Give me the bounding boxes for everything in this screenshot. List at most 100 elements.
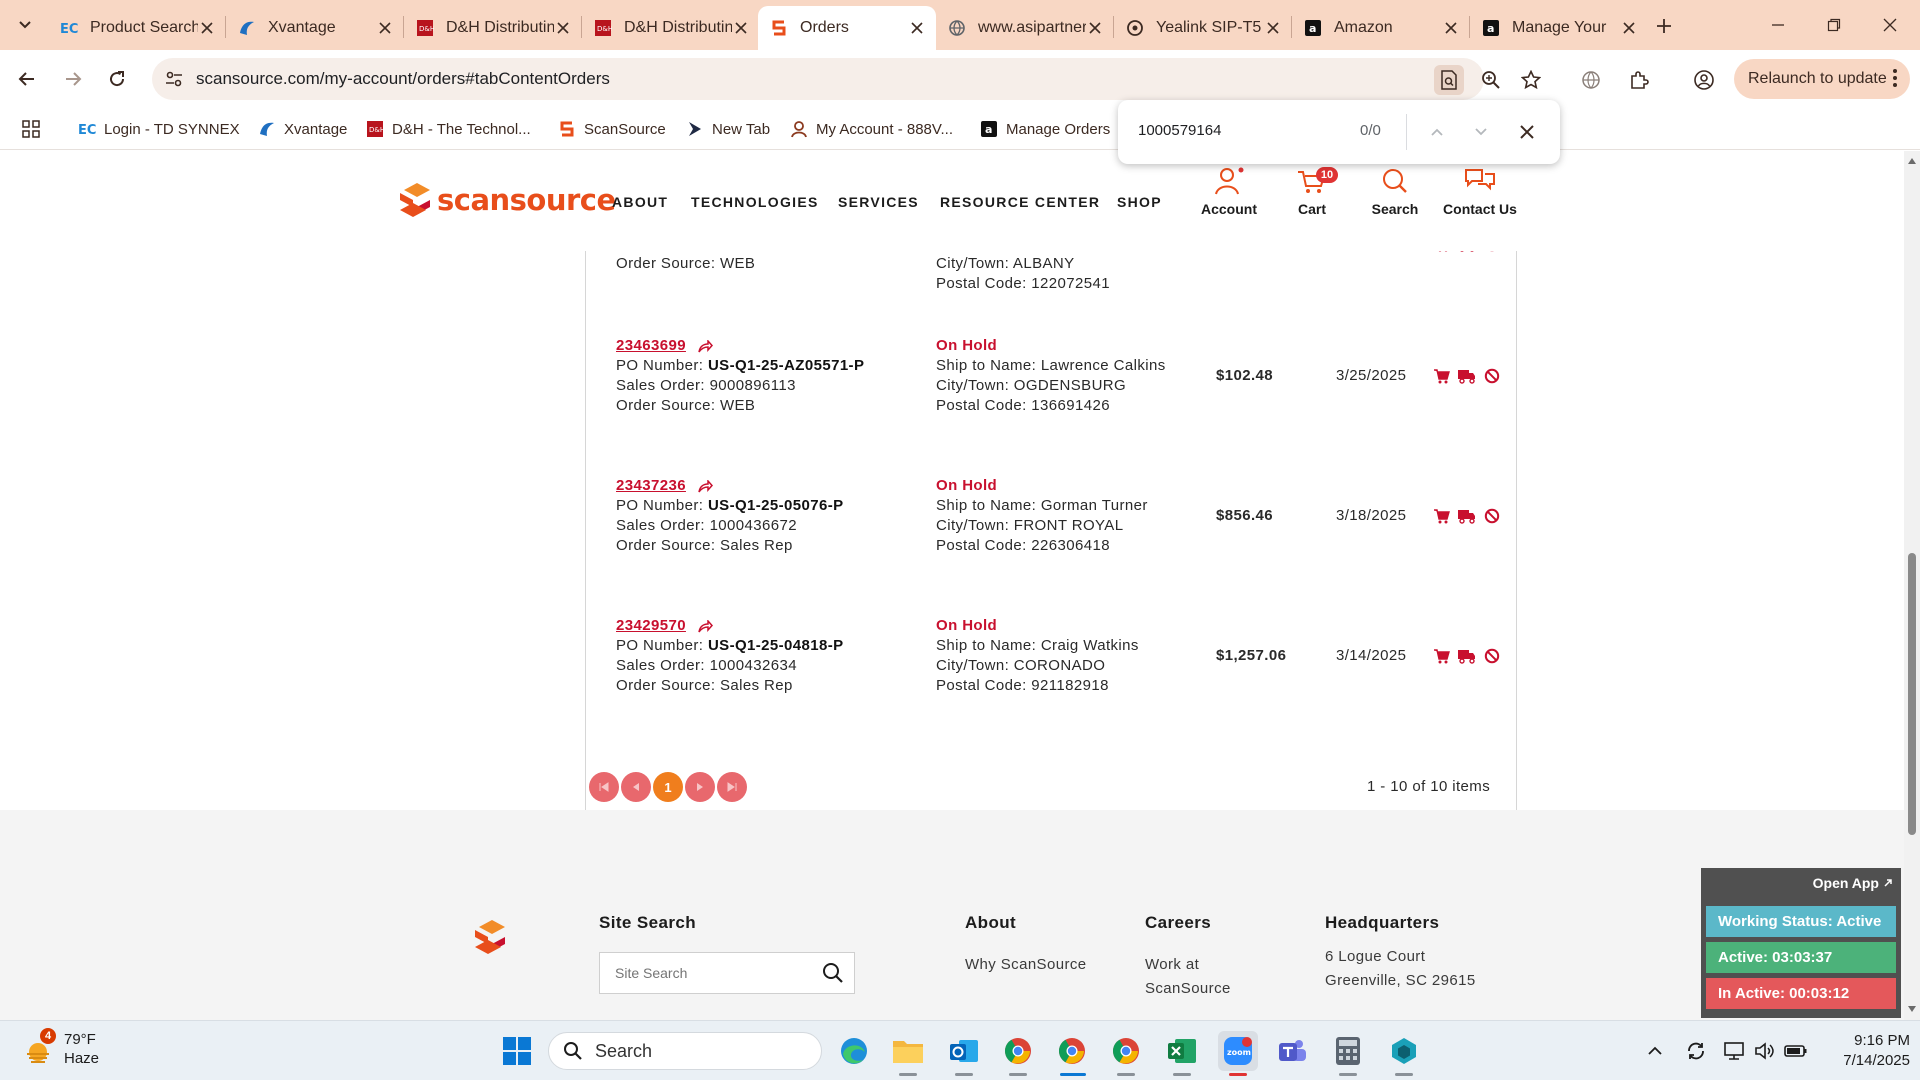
tray-overflow-button[interactable] xyxy=(1643,1039,1667,1063)
sync-tray-icon[interactable] xyxy=(1684,1039,1708,1063)
contact-link[interactable]: Contact Us xyxy=(1435,167,1525,217)
open-app-button[interactable]: Open App xyxy=(1813,875,1893,891)
chrome-app-2[interactable] xyxy=(1052,1031,1092,1071)
close-icon[interactable] xyxy=(1086,19,1104,37)
start-button[interactable] xyxy=(497,1031,537,1071)
profile-icon[interactable] xyxy=(1689,65,1719,95)
close-icon[interactable] xyxy=(376,19,394,37)
volume-tray-icon[interactable] xyxy=(1752,1039,1776,1063)
forward-button[interactable] xyxy=(56,62,90,96)
bookmark-scansource[interactable]: ScanSource xyxy=(558,116,666,142)
star-icon[interactable] xyxy=(1516,65,1546,95)
edge-app[interactable] xyxy=(834,1031,874,1071)
find-in-page-icon[interactable] xyxy=(1434,65,1464,95)
system-clock[interactable]: 9:16 PM 7/14/2025 xyxy=(1820,1031,1910,1071)
chrome-app-3[interactable] xyxy=(1106,1031,1146,1071)
search-link[interactable]: Search xyxy=(1350,167,1440,217)
tab-amazon[interactable]: a Amazon xyxy=(1292,6,1470,50)
zoom-app[interactable]: zoom xyxy=(1218,1031,1258,1071)
bookmark-new-tab[interactable]: New Tab xyxy=(686,116,770,142)
nav-technologies[interactable]: TECHNOLOGIES xyxy=(691,194,819,210)
apps-button[interactable] xyxy=(22,116,48,142)
page-scrollbar[interactable] xyxy=(1904,151,1920,1020)
close-icon[interactable] xyxy=(732,19,750,37)
scroll-down-arrow-icon[interactable] xyxy=(1907,1004,1917,1014)
network-tray-icon[interactable] xyxy=(1722,1039,1746,1063)
vpn-app[interactable] xyxy=(1384,1031,1424,1071)
first-page-button[interactable] xyxy=(589,772,619,802)
minimize-button[interactable] xyxy=(1750,0,1806,50)
extensions-icon[interactable] xyxy=(1624,65,1654,95)
order-number-link[interactable]: 23463699 xyxy=(616,336,713,356)
outlook-app[interactable] xyxy=(944,1031,984,1071)
zoom-icon[interactable] xyxy=(1476,65,1506,95)
back-button[interactable] xyxy=(10,62,44,96)
taskbar-search[interactable]: Search xyxy=(548,1032,822,1070)
find-close-button[interactable] xyxy=(1512,117,1542,147)
excel-app[interactable] xyxy=(1162,1031,1202,1071)
tab-search-button[interactable] xyxy=(8,9,42,41)
share-icon[interactable] xyxy=(698,619,713,633)
footer-link-work-at[interactable]: Work at ScanSource xyxy=(1145,953,1231,1001)
tab-manage-your[interactable]: a Manage Your xyxy=(1470,6,1648,50)
close-icon[interactable] xyxy=(198,19,216,37)
nav-shop[interactable]: SHOP xyxy=(1117,194,1162,210)
footer-logo[interactable] xyxy=(472,917,508,957)
track-shipment-icon[interactable] xyxy=(1458,368,1476,384)
next-page-button[interactable] xyxy=(685,772,715,802)
tab-product-search[interactable]: EC Product Search xyxy=(48,6,226,50)
battery-tray-icon[interactable] xyxy=(1784,1039,1808,1063)
add-to-cart-icon[interactable] xyxy=(1434,368,1450,384)
close-window-button[interactable] xyxy=(1862,0,1918,50)
tab-asipartner[interactable]: www.asipartner xyxy=(936,6,1114,50)
tab-yealink[interactable]: Yealink SIP-T5 xyxy=(1114,6,1292,50)
share-icon[interactable] xyxy=(698,479,713,493)
file-explorer-app[interactable] xyxy=(888,1031,928,1071)
track-shipment-icon[interactable] xyxy=(1458,648,1476,664)
nav-about[interactable]: ABOUT xyxy=(612,194,668,210)
address-bar[interactable]: scansource.com/my-account/orders#tabCont… xyxy=(152,58,1484,100)
translate-icon[interactable] xyxy=(1576,65,1606,95)
add-to-cart-icon[interactable] xyxy=(1434,508,1450,524)
footer-link-why-scansource[interactable]: Why ScanSource xyxy=(965,953,1086,977)
close-icon[interactable] xyxy=(1442,19,1460,37)
weather-widget[interactable]: 4 79°F Haze xyxy=(22,1028,99,1068)
bookmark-888v[interactable]: My Account - 888V... xyxy=(790,116,953,142)
last-page-button[interactable] xyxy=(717,772,747,802)
tab-xvantage[interactable]: Xvantage xyxy=(226,6,404,50)
previous-page-button[interactable] xyxy=(621,772,651,802)
cancel-order-icon[interactable] xyxy=(1484,368,1500,384)
new-tab-button[interactable] xyxy=(1650,12,1678,40)
nav-services[interactable]: SERVICES xyxy=(838,194,919,210)
close-icon[interactable] xyxy=(908,19,926,37)
bookmark-xvantage[interactable]: Xvantage xyxy=(258,116,347,142)
page-1-button[interactable]: 1 xyxy=(653,772,683,802)
cancel-order-icon[interactable] xyxy=(1484,508,1500,524)
chrome-app-1[interactable] xyxy=(998,1031,1038,1071)
tab-orders[interactable]: Orders xyxy=(758,6,936,50)
close-icon[interactable] xyxy=(1264,19,1282,37)
add-to-cart-icon[interactable] xyxy=(1434,648,1450,664)
bookmark-td-synnex[interactable]: EC Login - TD SYNNEX xyxy=(78,116,240,142)
account-link[interactable]: Account xyxy=(1184,167,1274,217)
tab-dh-1[interactable]: D&H D&H Distributing xyxy=(404,6,582,50)
menu-dots-icon[interactable] xyxy=(1892,67,1898,89)
share-icon[interactable] xyxy=(698,339,713,353)
search-icon[interactable] xyxy=(822,962,844,984)
teams-app[interactable] xyxy=(1272,1031,1312,1071)
find-previous-button[interactable] xyxy=(1422,117,1452,147)
cart-link[interactable]: Cart 10 xyxy=(1267,167,1357,217)
reload-button[interactable] xyxy=(100,62,134,96)
track-shipment-icon[interactable] xyxy=(1458,508,1476,524)
order-number-link[interactable]: 23437236 xyxy=(616,476,713,496)
close-icon[interactable] xyxy=(554,19,572,37)
bookmark-manage-orders[interactable]: a Manage Orders xyxy=(980,116,1110,142)
site-search-input[interactable] xyxy=(600,953,810,993)
calculator-app[interactable] xyxy=(1328,1031,1368,1071)
close-icon[interactable] xyxy=(1620,19,1638,37)
scrollbar-thumb[interactable] xyxy=(1908,553,1916,835)
relaunch-button[interactable]: Relaunch to update xyxy=(1734,59,1910,99)
restore-button[interactable] xyxy=(1806,0,1862,50)
cancel-order-icon[interactable] xyxy=(1484,648,1500,664)
nav-resource-center[interactable]: RESOURCE CENTER xyxy=(940,194,1100,210)
